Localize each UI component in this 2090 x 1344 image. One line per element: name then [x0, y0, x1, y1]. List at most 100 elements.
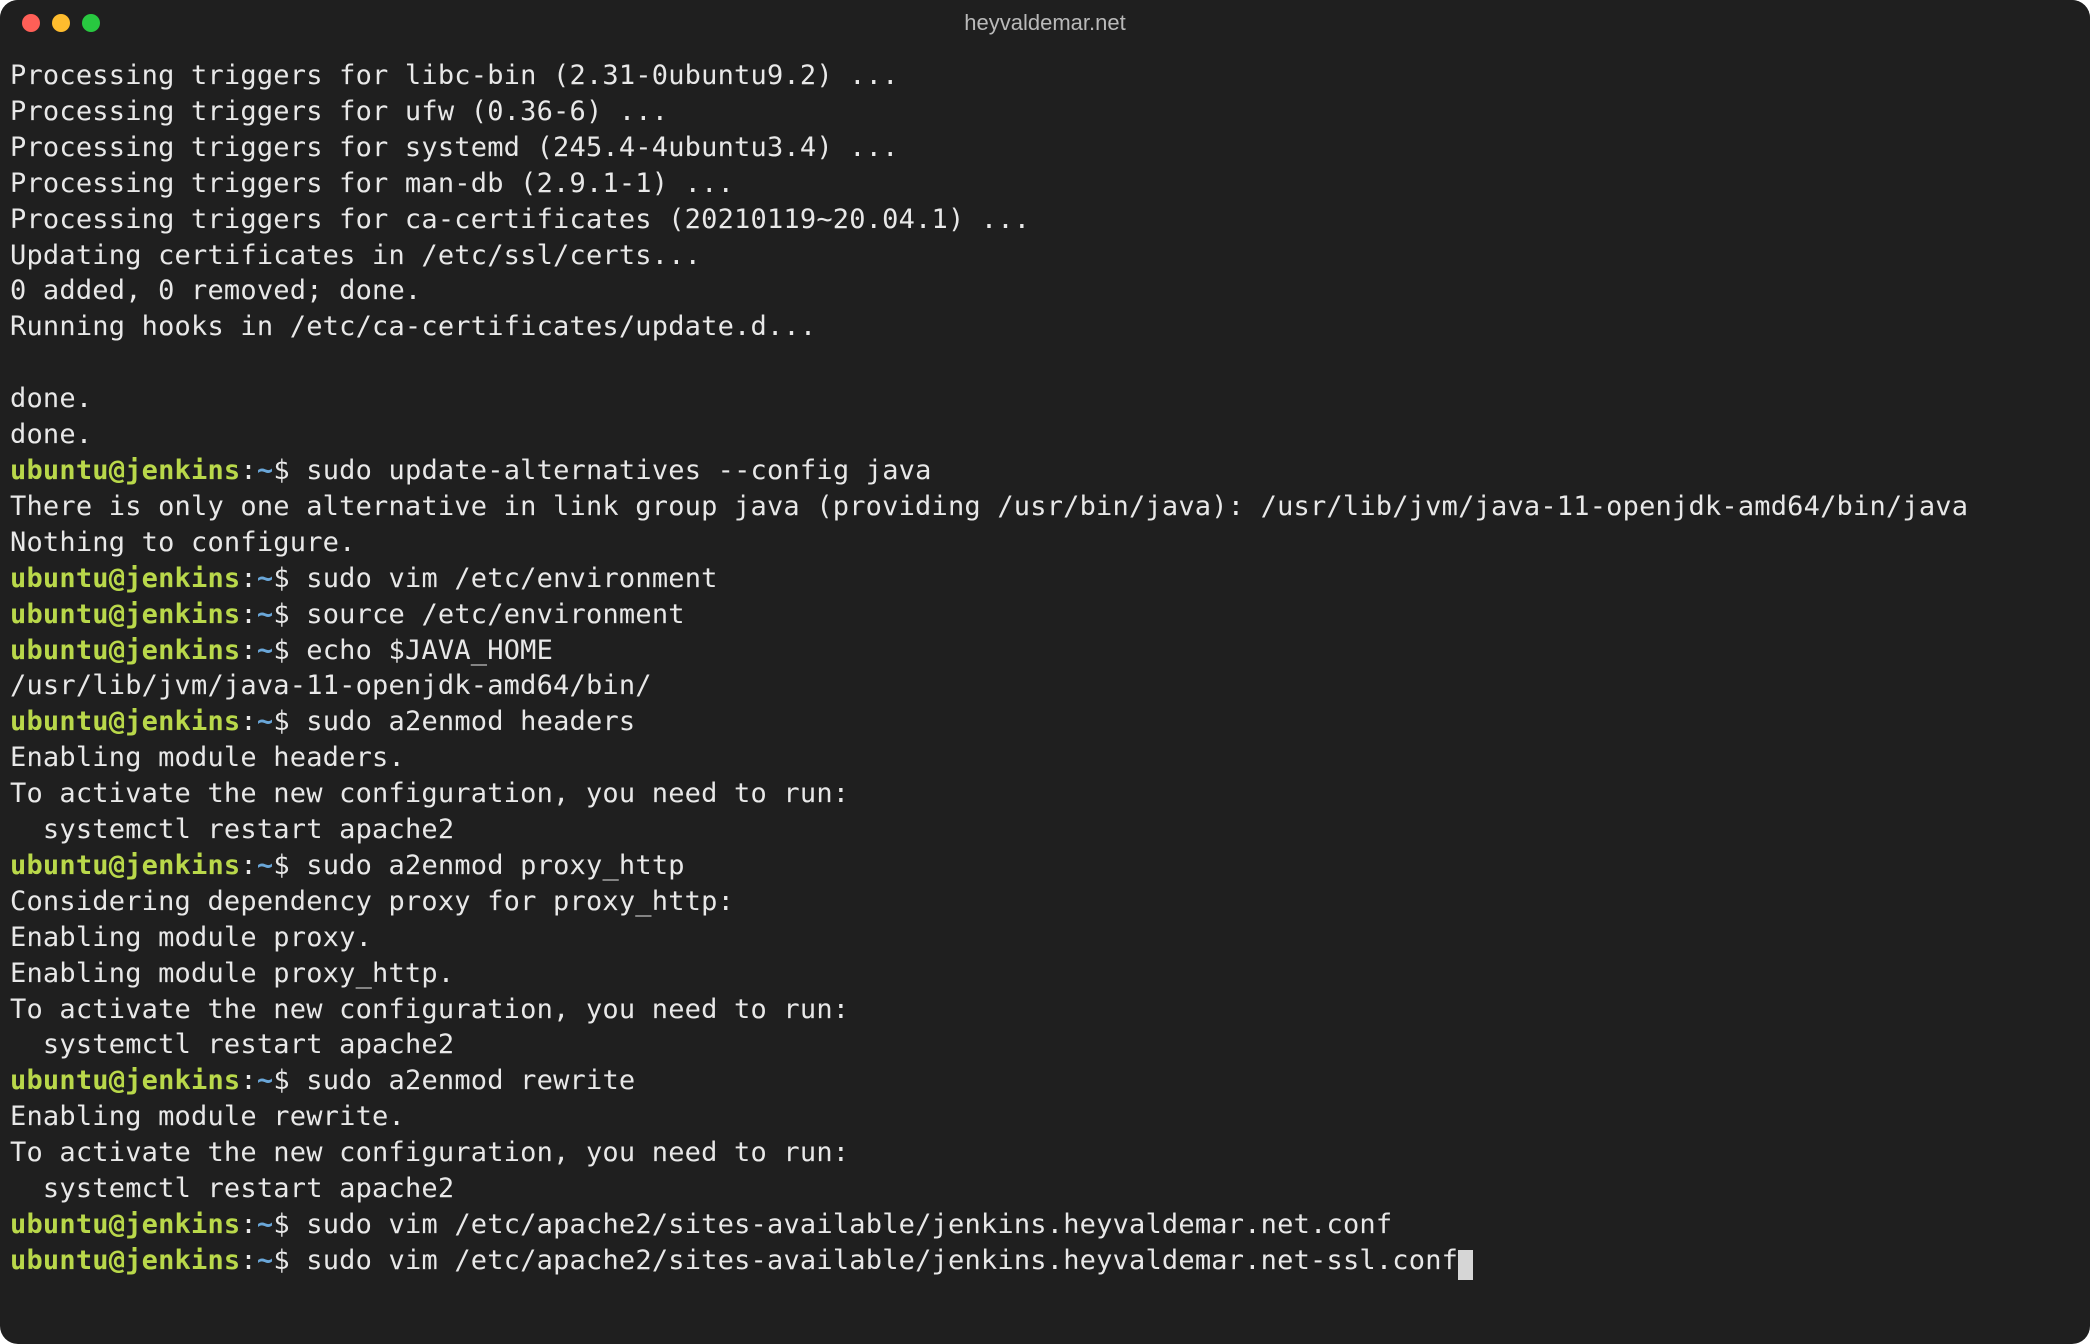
terminal-output-line: To activate the new configuration, you n…: [10, 1135, 2080, 1171]
output-text: To activate the new configuration, you n…: [10, 994, 849, 1025]
terminal-output-line: Enabling module proxy_http.: [10, 956, 2080, 992]
prompt-dollar: $: [273, 599, 306, 630]
terminal-command-line: ubuntu@jenkins:~$ sudo a2enmod rewrite: [10, 1063, 2080, 1099]
prompt-user-host: ubuntu@jenkins: [10, 635, 240, 666]
command-text: sudo a2enmod rewrite: [306, 1065, 635, 1096]
terminal-output-line: done.: [10, 381, 2080, 417]
terminal-output-line: systemctl restart apache2: [10, 1171, 2080, 1207]
terminal-command-line: ubuntu@jenkins:~$ source /etc/environmen…: [10, 597, 2080, 633]
prompt-user-host: ubuntu@jenkins: [10, 599, 240, 630]
command-text: source /etc/environment: [306, 599, 684, 630]
prompt-dollar: $: [273, 455, 306, 486]
command-text: sudo vim /etc/environment: [306, 563, 717, 594]
output-text: There is only one alternative in link gr…: [10, 491, 1968, 522]
command-text: echo $JAVA_HOME: [306, 635, 553, 666]
terminal-command-line: ubuntu@jenkins:~$ sudo update-alternativ…: [10, 453, 2080, 489]
prompt-dollar: $: [273, 1209, 306, 1240]
cursor-icon: [1458, 1250, 1473, 1280]
output-text: Enabling module headers.: [10, 742, 405, 773]
prompt-user-host: ubuntu@jenkins: [10, 563, 240, 594]
terminal-output-line: Processing triggers for systemd (245.4-4…: [10, 130, 2080, 166]
terminal-output-line: /usr/lib/jvm/java-11-openjdk-amd64/bin/: [10, 668, 2080, 704]
output-text: Updating certificates in /etc/ssl/certs.…: [10, 240, 701, 271]
output-text: Nothing to configure.: [10, 527, 356, 558]
terminal-output-line: To activate the new configuration, you n…: [10, 776, 2080, 812]
prompt-dollar: $: [273, 850, 306, 881]
terminal-output-line: Processing triggers for ca-certificates …: [10, 202, 2080, 238]
output-text: /usr/lib/jvm/java-11-openjdk-amd64/bin/: [10, 670, 652, 701]
prompt-user-host: ubuntu@jenkins: [10, 455, 240, 486]
terminal-command-line: ubuntu@jenkins:~$ sudo vim /etc/apache2/…: [10, 1207, 2080, 1243]
prompt-dollar: $: [273, 635, 306, 666]
terminal-output-line: There is only one alternative in link gr…: [10, 489, 2080, 525]
maximize-icon[interactable]: [82, 14, 100, 32]
terminal-command-line: ubuntu@jenkins:~$ sudo a2enmod proxy_htt…: [10, 848, 2080, 884]
prompt-user-host: ubuntu@jenkins: [10, 1065, 240, 1096]
terminal-output-line: Running hooks in /etc/ca-certificates/up…: [10, 309, 2080, 345]
command-text: sudo update-alternatives --config java: [306, 455, 931, 486]
terminal-output-line: Nothing to configure.: [10, 525, 2080, 561]
prompt-path: ~: [257, 635, 273, 666]
output-text: Enabling module proxy_http.: [10, 958, 454, 989]
output-text: Processing triggers for ca-certificates …: [10, 204, 1030, 235]
output-text: Enabling module proxy.: [10, 922, 372, 953]
terminal-output-line: systemctl restart apache2: [10, 812, 2080, 848]
terminal-output-line: Enabling module proxy.: [10, 920, 2080, 956]
output-text: Processing triggers for libc-bin (2.31-0…: [10, 60, 899, 91]
output-text: systemctl restart apache2: [10, 814, 454, 845]
minimize-icon[interactable]: [52, 14, 70, 32]
command-text: sudo vim /etc/apache2/sites-available/je…: [306, 1245, 1458, 1276]
output-text: systemctl restart apache2: [10, 1173, 454, 1204]
command-text: sudo a2enmod headers: [306, 706, 635, 737]
close-icon[interactable]: [22, 14, 40, 32]
prompt-path: ~: [257, 850, 273, 881]
prompt-user-host: ubuntu@jenkins: [10, 1245, 240, 1276]
terminal-command-line: ubuntu@jenkins:~$ sudo a2enmod headers: [10, 704, 2080, 740]
terminal-command-line: ubuntu@jenkins:~$ sudo vim /etc/apache2/…: [10, 1243, 2080, 1279]
output-text: done.: [10, 383, 92, 414]
output-text: Processing triggers for systemd (245.4-4…: [10, 132, 899, 163]
terminal-command-line: ubuntu@jenkins:~$ sudo vim /etc/environm…: [10, 561, 2080, 597]
output-text: systemctl restart apache2: [10, 1029, 454, 1060]
terminal-body[interactable]: Processing triggers for libc-bin (2.31-0…: [0, 46, 2090, 1289]
titlebar: heyvaldemar.net: [0, 0, 2090, 46]
output-text: Enabling module rewrite.: [10, 1101, 405, 1132]
terminal-output-line: Enabling module headers.: [10, 740, 2080, 776]
prompt-path: ~: [257, 599, 273, 630]
command-text: sudo vim /etc/apache2/sites-available/je…: [306, 1209, 1392, 1240]
terminal-output-line: Updating certificates in /etc/ssl/certs.…: [10, 238, 2080, 274]
terminal-output-line: systemctl restart apache2: [10, 1027, 2080, 1063]
prompt-dollar: $: [273, 563, 306, 594]
prompt-path: ~: [257, 706, 273, 737]
prompt-user-host: ubuntu@jenkins: [10, 850, 240, 881]
command-text: sudo a2enmod proxy_http: [306, 850, 684, 881]
terminal-output-line: Processing triggers for ufw (0.36-6) ...: [10, 94, 2080, 130]
terminal-output-line: Enabling module rewrite.: [10, 1099, 2080, 1135]
terminal-command-line: ubuntu@jenkins:~$ echo $JAVA_HOME: [10, 633, 2080, 669]
prompt-path: ~: [257, 1209, 273, 1240]
terminal-output-line: To activate the new configuration, you n…: [10, 992, 2080, 1028]
output-text: Processing triggers for ufw (0.36-6) ...: [10, 96, 668, 127]
prompt-dollar: $: [273, 1065, 306, 1096]
terminal-output-line: Processing triggers for man-db (2.9.1-1)…: [10, 166, 2080, 202]
prompt-dollar: $: [273, 1245, 306, 1276]
terminal-output-line: Processing triggers for libc-bin (2.31-0…: [10, 58, 2080, 94]
terminal-output-line: 0 added, 0 removed; done.: [10, 273, 2080, 309]
output-text: Running hooks in /etc/ca-certificates/up…: [10, 311, 816, 342]
prompt-user-host: ubuntu@jenkins: [10, 706, 240, 737]
prompt-path: ~: [257, 455, 273, 486]
prompt-user-host: ubuntu@jenkins: [10, 1209, 240, 1240]
output-text: To activate the new configuration, you n…: [10, 778, 849, 809]
output-text: done.: [10, 419, 92, 450]
prompt-dollar: $: [273, 706, 306, 737]
output-text: Considering dependency proxy for proxy_h…: [10, 886, 734, 917]
terminal-output-line: done.: [10, 417, 2080, 453]
terminal-window: heyvaldemar.net Processing triggers for …: [0, 0, 2090, 1344]
terminal-output-line: Considering dependency proxy for proxy_h…: [10, 884, 2080, 920]
prompt-path: ~: [257, 563, 273, 594]
output-text: [10, 347, 26, 378]
output-text: 0 added, 0 removed; done.: [10, 275, 421, 306]
prompt-path: ~: [257, 1245, 273, 1276]
prompt-path: ~: [257, 1065, 273, 1096]
output-text: To activate the new configuration, you n…: [10, 1137, 849, 1168]
